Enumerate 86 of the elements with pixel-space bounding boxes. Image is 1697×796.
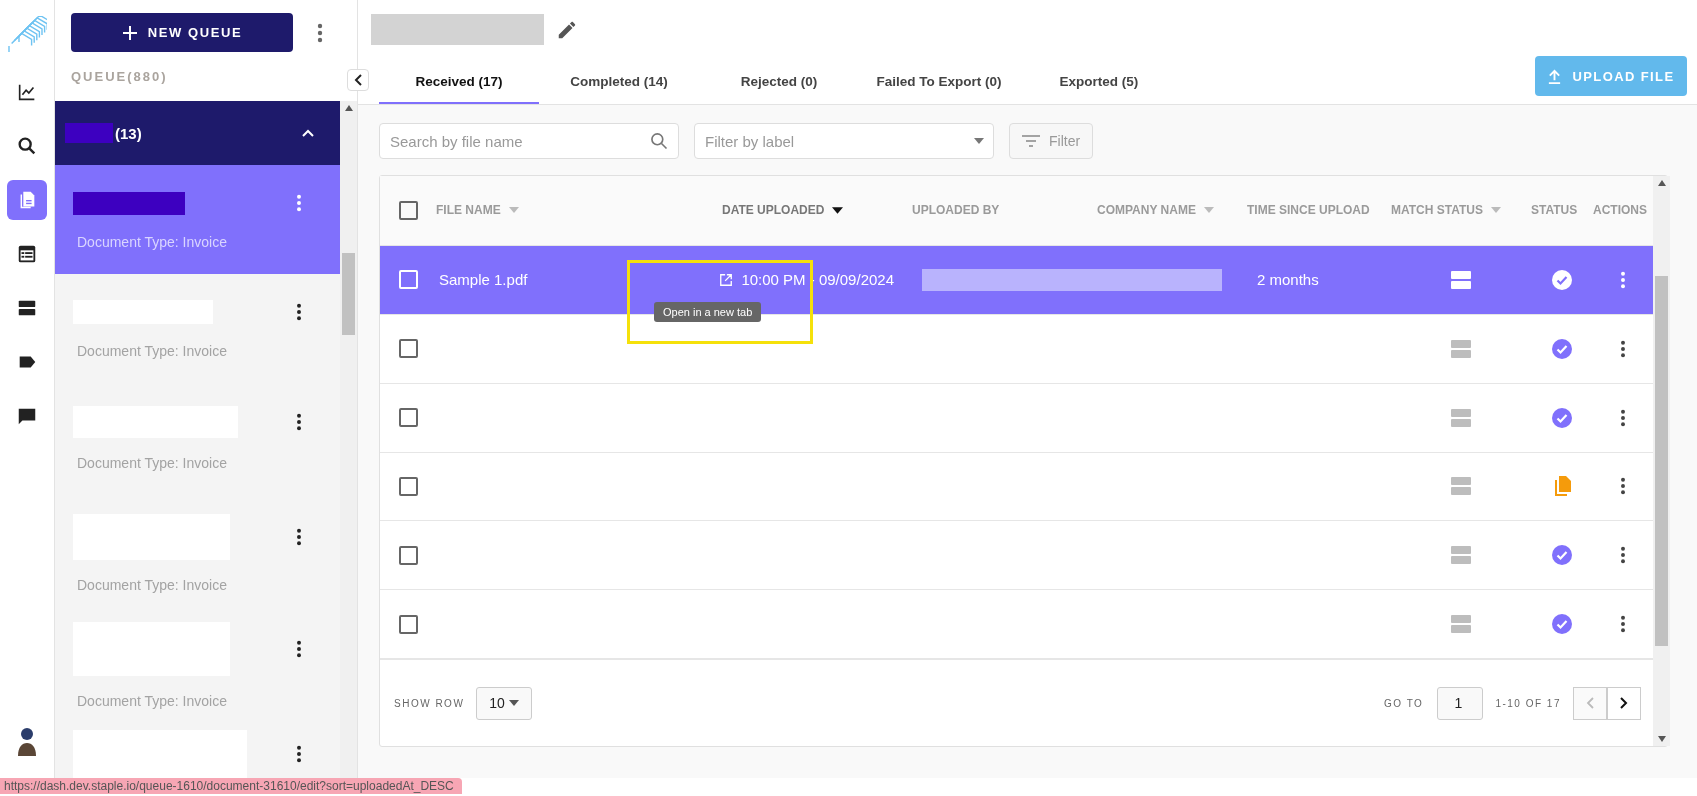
scrollbar[interactable] (340, 101, 357, 778)
chevron-left-icon (1586, 697, 1594, 710)
rows-icon (1451, 477, 1471, 496)
label-filter-dropdown[interactable]: Filter by label (694, 123, 994, 159)
column-header[interactable]: STATUS (1531, 203, 1578, 218)
more-icon[interactable] (1620, 546, 1626, 565)
row-checkbox[interactable] (398, 339, 418, 359)
scroll-up-icon[interactable] (344, 105, 353, 111)
more-icon[interactable] (296, 528, 302, 546)
avatar-icon[interactable] (15, 726, 39, 756)
go-to-label: GO TO (1384, 697, 1424, 709)
document-type: Document Type: Invoice (76, 577, 228, 593)
queue-item[interactable]: Document Type: Invoice (55, 490, 340, 598)
more-icon[interactable] (1620, 408, 1626, 427)
queue-item[interactable]: Document Type: Invoice (55, 274, 340, 382)
queue-item[interactable]: Document Type: Invoice (55, 165, 340, 274)
more-icon[interactable] (1620, 477, 1626, 496)
chevron-right-icon (1620, 697, 1628, 710)
document-type: Document Type: Invoice (76, 693, 228, 709)
filter-icon (1022, 135, 1040, 147)
more-icon[interactable] (1620, 339, 1626, 358)
rows-icon (1451, 546, 1471, 565)
queue-item[interactable]: Document Type: Invoice (55, 382, 340, 490)
rows-icon (1451, 615, 1471, 634)
stapler-logo (7, 16, 47, 52)
rows-icon (1451, 408, 1471, 427)
queue-group-header[interactable]: (13) (55, 101, 340, 165)
document-type: Document Type: Invoice (76, 455, 228, 471)
scroll-up-icon[interactable] (1657, 180, 1666, 186)
rows-icon (1451, 270, 1471, 289)
search-field[interactable]: Search by file name (379, 123, 679, 159)
chevron-left-icon (354, 74, 362, 86)
scrollbar-thumb[interactable] (342, 253, 355, 335)
column-header[interactable]: COMPANY NAME (1097, 203, 1196, 218)
time-since-upload: 2 months (1257, 271, 1319, 289)
sort-caret-icon[interactable] (832, 206, 844, 214)
more-icon[interactable] (296, 413, 302, 431)
file-name: Sample 1.pdf (439, 271, 528, 289)
more-icon[interactable] (296, 303, 302, 321)
upload-date: 10:00 PM - 09/09/2024 (741, 271, 894, 289)
upload-icon (1547, 68, 1563, 84)
show-row-label: SHOW ROW (394, 697, 465, 709)
group-count: (13) (115, 124, 143, 142)
row-checkbox[interactable] (398, 614, 418, 634)
next-page-button[interactable] (1607, 686, 1641, 720)
chevron-icon[interactable] (302, 129, 314, 137)
scroll-down-icon[interactable] (1657, 736, 1666, 742)
more-icon[interactable] (296, 640, 302, 658)
column-header[interactable]: FILE NAME (436, 203, 501, 218)
select-all-checkbox[interactable] (398, 200, 418, 220)
tab[interactable]: Exported (5) (1019, 62, 1179, 104)
dropdown-caret-icon (509, 700, 520, 707)
open-new-tab-icon[interactable] (719, 272, 734, 287)
page-range: 1-10 OF 17 (1495, 697, 1561, 709)
dropdown-caret-icon (974, 138, 984, 144)
new-queue-button[interactable]: NEW QUEUE (71, 13, 293, 52)
scrollbar[interactable] (1653, 176, 1670, 746)
queue-count: QUEUE(880) (70, 68, 169, 86)
column-header[interactable]: DATE UPLOADED (722, 203, 825, 218)
redacted-name (65, 123, 113, 143)
rows-icon (1451, 339, 1471, 358)
more-icon[interactable] (1620, 615, 1626, 634)
column-header[interactable]: ACTIONS (1593, 203, 1647, 218)
document-type: Document Type: Invoice (76, 234, 228, 250)
collapse-button[interactable] (347, 69, 369, 91)
tooltip: Open in a new tab (654, 302, 762, 322)
document-type: Document Type: Invoice (76, 343, 228, 359)
tab[interactable]: Completed (14) (539, 62, 699, 104)
rows-per-page-dropdown[interactable]: 10 (476, 686, 533, 720)
column-header[interactable]: UPLOADED BY (912, 203, 1000, 218)
status-bar-url: https://dash.dev.staple.io/queue-1610/document-31610/edit?sort=uploadedAt_DESC (0, 778, 462, 794)
scrollbar-thumb[interactable] (1655, 276, 1668, 646)
upload-file-button[interactable]: UPLOAD FILE (1535, 56, 1687, 96)
plus-icon (121, 24, 138, 41)
filter-button[interactable]: Filter (1009, 123, 1094, 159)
documents-icon[interactable] (7, 180, 47, 220)
page-input[interactable]: 1 (1437, 686, 1484, 720)
column-header[interactable]: TIME SINCE UPLOAD (1247, 203, 1370, 218)
tab[interactable]: Rejected (0) (699, 62, 859, 104)
search-icon (649, 131, 669, 151)
more-icon[interactable] (296, 745, 302, 763)
row-checkbox[interactable] (398, 545, 418, 565)
row-checkbox[interactable] (398, 476, 418, 496)
row-checkbox[interactable] (398, 408, 418, 428)
tab[interactable]: Failed To Export (0) (859, 62, 1019, 104)
column-header[interactable]: MATCH STATUS (1391, 203, 1483, 218)
